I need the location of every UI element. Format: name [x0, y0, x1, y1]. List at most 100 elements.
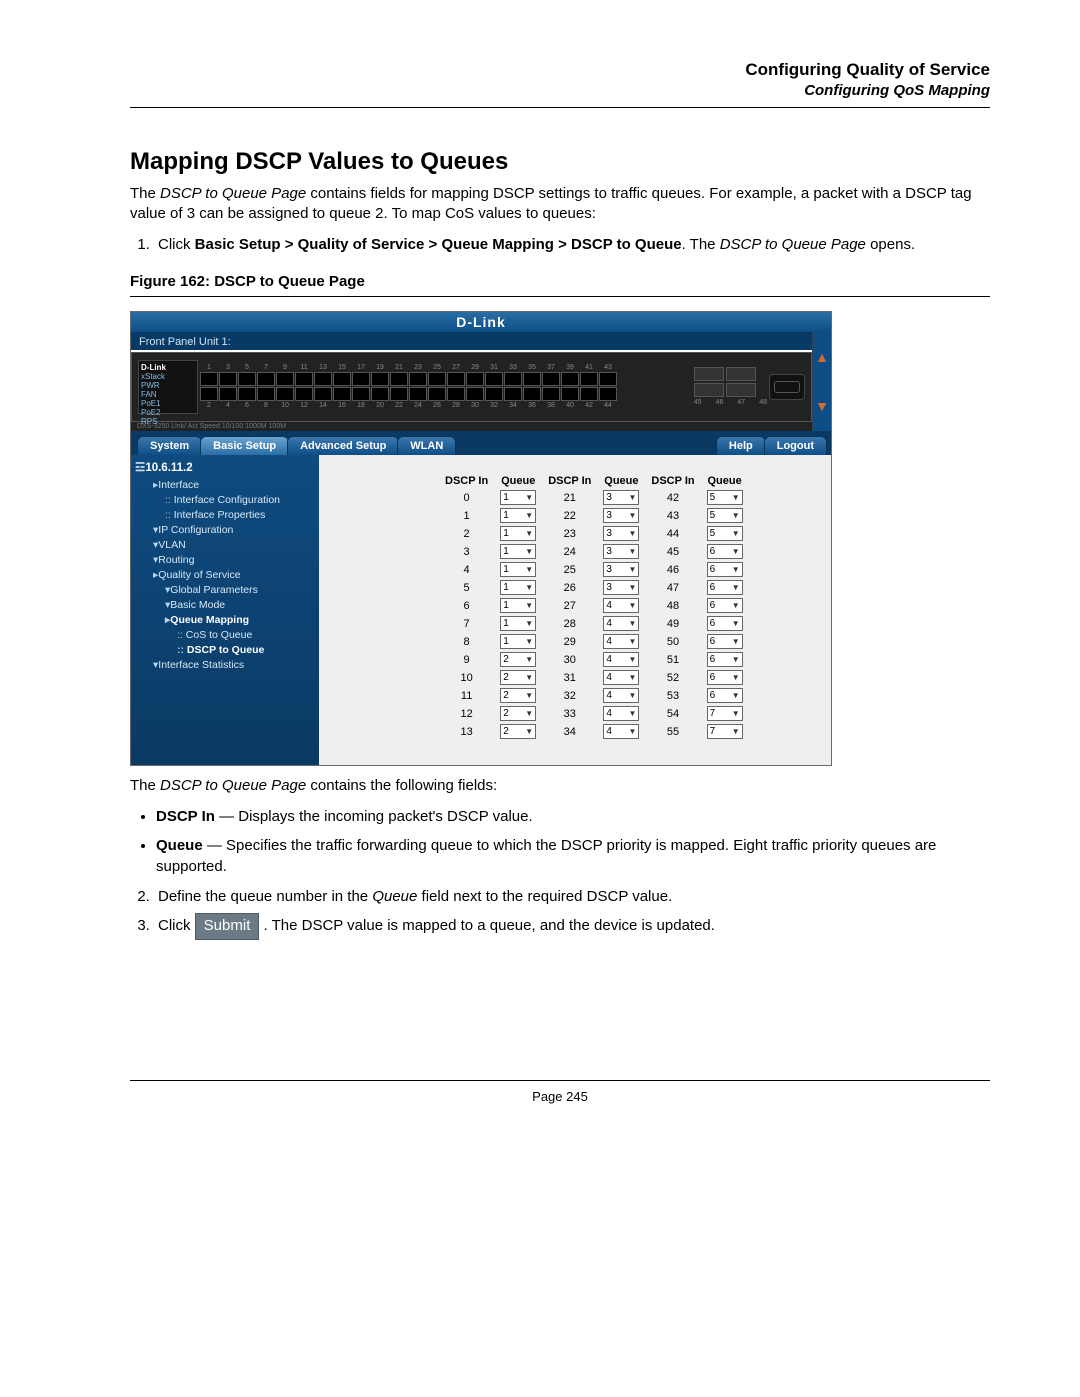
rj45-port	[276, 387, 294, 401]
submit-button[interactable]: Submit	[195, 913, 260, 939]
queue-select[interactable]: 1▼	[500, 634, 536, 649]
queue-select[interactable]: 5▼	[707, 526, 743, 541]
dscp-queue-table: DSCP In Queue DSCP In Queue DSCP In Queu…	[439, 473, 749, 741]
dscp-value: 27	[542, 597, 597, 615]
tab-basic-setup[interactable]: Basic Setup	[200, 436, 289, 455]
tree-item[interactable]: Queue Mapping	[135, 613, 315, 628]
queue-select[interactable]: 1▼	[500, 508, 536, 523]
queue-select[interactable]: 4▼	[603, 724, 639, 739]
queue-select[interactable]: 2▼	[500, 652, 536, 667]
table-row: 31▼243▼456▼	[439, 543, 749, 561]
table-row: 112▼324▼536▼	[439, 687, 749, 705]
queue-select[interactable]: 1▼	[500, 616, 536, 631]
dscp-value: 6	[439, 597, 494, 615]
page-heading: Mapping DSCP Values to Queues	[130, 148, 990, 176]
arrow-up-icon[interactable]: ▲	[813, 349, 831, 365]
queue-select[interactable]: 1▼	[500, 490, 536, 505]
rj45-port	[580, 387, 598, 401]
tree-item[interactable]: Routing	[135, 553, 315, 568]
tree-item[interactable]: Global Parameters	[135, 583, 315, 598]
queue-select[interactable]: 3▼	[603, 490, 639, 505]
queue-select[interactable]: 6▼	[707, 562, 743, 577]
arrow-down-icon[interactable]: ▼	[813, 398, 831, 414]
queue-select[interactable]: 3▼	[603, 526, 639, 541]
dscp-value: 1	[439, 507, 494, 525]
dscp-value: 34	[542, 723, 597, 741]
queue-select[interactable]: 4▼	[603, 688, 639, 703]
queue-select[interactable]: 7▼	[707, 706, 743, 721]
tree-item[interactable]: Interface Properties	[135, 508, 315, 523]
dscp-value: 47	[645, 579, 700, 597]
tree-item[interactable]: Basic Mode	[135, 598, 315, 613]
queue-select[interactable]: 2▼	[500, 688, 536, 703]
queue-select[interactable]: 4▼	[603, 670, 639, 685]
queue-select[interactable]: 6▼	[707, 688, 743, 703]
queue-select[interactable]: 6▼	[707, 544, 743, 559]
dscp-value: 49	[645, 615, 700, 633]
dscp-value: 0	[439, 489, 494, 507]
tree-item[interactable]: VLAN	[135, 538, 315, 553]
dscp-value: 52	[645, 669, 700, 687]
queue-select[interactable]: 1▼	[500, 580, 536, 595]
queue-select[interactable]: 5▼	[707, 508, 743, 523]
rj45-port	[523, 372, 541, 386]
tab-help[interactable]: Help	[716, 436, 766, 455]
rj45-port	[466, 372, 484, 386]
queue-select[interactable]: 4▼	[603, 706, 639, 721]
table-row: 51▼263▼476▼	[439, 579, 749, 597]
queue-select[interactable]: 6▼	[707, 580, 743, 595]
dscp-value: 31	[542, 669, 597, 687]
tree-item[interactable]: Interface Configuration	[135, 493, 315, 508]
queue-select[interactable]: 3▼	[603, 544, 639, 559]
queue-select[interactable]: 4▼	[603, 652, 639, 667]
queue-select[interactable]: 2▼	[500, 706, 536, 721]
dscp-value: 8	[439, 633, 494, 651]
tree-item[interactable]: Interface Statistics	[135, 658, 315, 673]
queue-select[interactable]: 3▼	[603, 562, 639, 577]
table-row: 11▼223▼435▼	[439, 507, 749, 525]
queue-select[interactable]: 5▼	[707, 490, 743, 505]
dscp-value: 9	[439, 651, 494, 669]
queue-select[interactable]: 3▼	[603, 508, 639, 523]
queue-select[interactable]: 3▼	[603, 580, 639, 595]
nav-tree: 10.6.11.2 InterfaceInterface Configurati…	[131, 455, 319, 765]
queue-select[interactable]: 7▼	[707, 724, 743, 739]
queue-select[interactable]: 6▼	[707, 616, 743, 631]
dscp-value: 7	[439, 615, 494, 633]
table-row: 102▼314▼526▼	[439, 669, 749, 687]
tree-item[interactable]: DSCP to Queue	[135, 643, 315, 658]
dscp-value: 46	[645, 561, 700, 579]
queue-select[interactable]: 4▼	[603, 616, 639, 631]
tree-item[interactable]: Interface	[135, 478, 315, 493]
queue-select[interactable]: 2▼	[500, 724, 536, 739]
device-ip[interactable]: 10.6.11.2	[135, 461, 315, 476]
tree-item[interactable]: CoS to Queue	[135, 628, 315, 643]
queue-select[interactable]: 1▼	[500, 598, 536, 613]
queue-select[interactable]: 1▼	[500, 562, 536, 577]
col-queue: Queue	[701, 473, 749, 489]
queue-select[interactable]: 1▼	[500, 544, 536, 559]
queue-select[interactable]: 4▼	[603, 598, 639, 613]
queue-select[interactable]: 2▼	[500, 670, 536, 685]
tree-item[interactable]: IP Configuration	[135, 523, 315, 538]
tab-system[interactable]: System	[137, 436, 202, 455]
tree-item[interactable]: Quality of Service	[135, 568, 315, 583]
dscp-value: 26	[542, 579, 597, 597]
switch-front-panel: D-Link xStackPWRFANPoE1PoE2RPS 123456789…	[131, 352, 812, 422]
queue-select[interactable]: 6▼	[707, 670, 743, 685]
queue-select[interactable]: 6▼	[707, 634, 743, 649]
rj45-port	[352, 387, 370, 401]
tab-logout[interactable]: Logout	[764, 436, 827, 455]
queue-select[interactable]: 6▼	[707, 652, 743, 667]
scroll-arrows[interactable]: ▲ ▼	[812, 332, 831, 431]
rj45-port	[276, 372, 294, 386]
dscp-value: 44	[645, 525, 700, 543]
table-row: 41▼253▼466▼	[439, 561, 749, 579]
tab-advanced-setup[interactable]: Advanced Setup	[287, 436, 399, 455]
queue-select[interactable]: 4▼	[603, 634, 639, 649]
queue-select[interactable]: 6▼	[707, 598, 743, 613]
queue-select[interactable]: 1▼	[500, 526, 536, 541]
dscp-value: 21	[542, 489, 597, 507]
rj45-port	[371, 387, 389, 401]
tab-wlan[interactable]: WLAN	[397, 436, 456, 455]
